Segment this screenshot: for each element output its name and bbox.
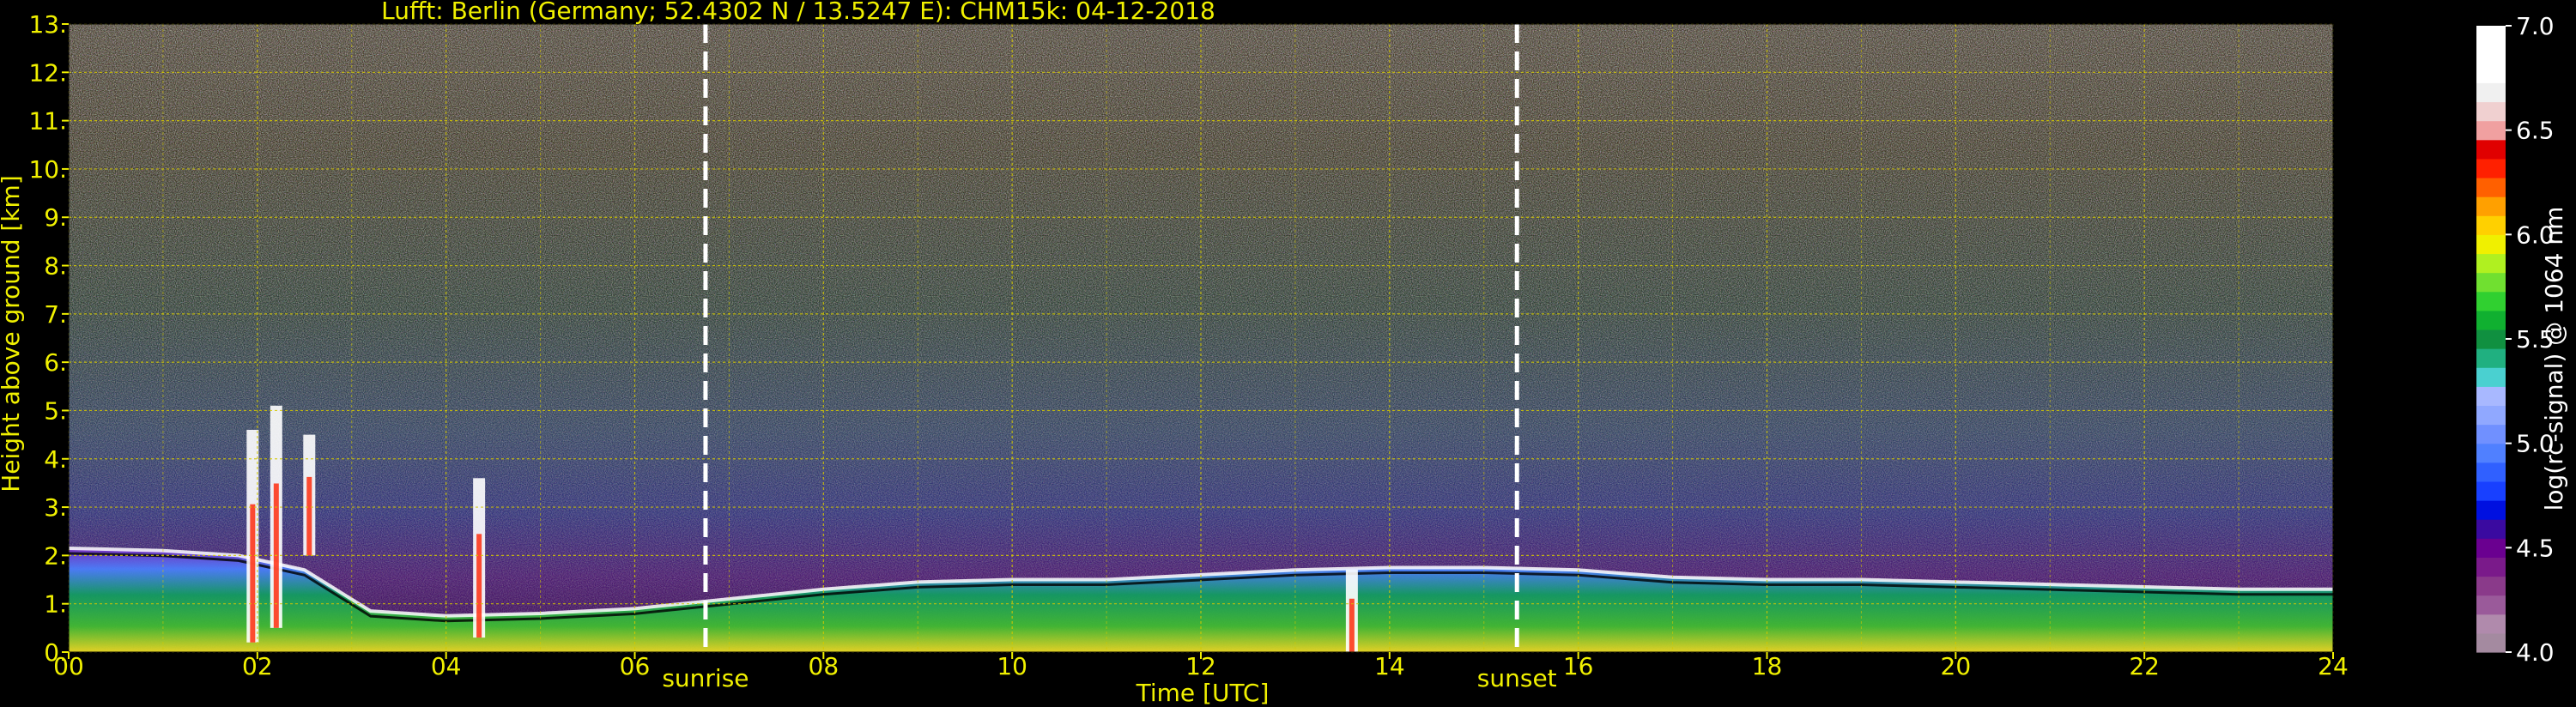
cloud-signal-core — [306, 476, 312, 556]
y-tick-label: 12. — [28, 58, 67, 87]
colorbar-tick-label: 4.0 — [2516, 638, 2555, 667]
colorbar-segment — [2476, 500, 2506, 520]
x-tick-label: 10 — [997, 652, 1027, 680]
x-tick-label: 22 — [2129, 652, 2160, 680]
y-tick-label: 0. — [44, 638, 67, 667]
x-tick-label: 06 — [620, 652, 651, 680]
y-tick-label: 10. — [28, 155, 67, 184]
y-tick-label: 3. — [44, 493, 67, 522]
colorbar-segment — [2476, 26, 2506, 45]
chart-title: Lufft: Berlin (Germany; 52.4302 N / 13.5… — [381, 0, 1215, 25]
cloud-signal-core — [476, 534, 482, 638]
colorbar-tick-label: 7.0 — [2516, 12, 2555, 40]
x-tick-label: 20 — [1941, 652, 1972, 680]
y-tick-label: 2. — [44, 541, 67, 570]
y-tick-label: 1. — [44, 590, 67, 619]
colorbar-segment — [2476, 45, 2506, 64]
x-axis-ticks: 00 02 04 06 08 10 12 14 16 18 20 22 24 — [53, 652, 2349, 680]
sunrise-label: sunrise — [662, 664, 749, 692]
colorbar-segment — [2476, 158, 2506, 178]
colorbar-segment — [2476, 310, 2506, 330]
colorbar-segment — [2476, 196, 2506, 216]
colorbar-segment — [2476, 424, 2506, 444]
colorbar-segment — [2476, 367, 2506, 387]
x-tick-label: 04 — [431, 652, 462, 680]
y-axis-ticks: 0. 1. 2. 3. 4. 5. 6. 7. 8. 9. 10. 11. 12. 13. — [28, 10, 69, 667]
sunset-label: sunset — [1477, 664, 1557, 692]
colorbar-segment — [2476, 82, 2506, 103]
colorbar-segment — [2476, 291, 2506, 311]
y-tick-label: 6. — [44, 348, 67, 377]
x-tick-label: 12 — [1185, 652, 1216, 680]
colorbar-segment — [2476, 253, 2506, 274]
cloud-signal-core — [250, 504, 256, 643]
x-tick-label: 14 — [1374, 652, 1405, 680]
colorbar-segment — [2476, 632, 2506, 653]
y-axis-label: Height above ground [km] — [0, 175, 25, 492]
y-tick-label: 13. — [28, 10, 67, 39]
colorbar-segment — [2476, 139, 2506, 160]
x-tick-label: 08 — [809, 652, 839, 680]
colorbar-segment — [2476, 576, 2506, 596]
colorbar-tick-label: 6.5 — [2516, 117, 2555, 145]
y-tick-label: 5. — [44, 396, 67, 425]
colorbar-segment — [2476, 443, 2506, 463]
colorbar — [2476, 26, 2506, 653]
colorbar-segment — [2476, 613, 2506, 634]
colorbar-segment — [2476, 215, 2506, 235]
colorbar-segment — [2476, 538, 2506, 558]
y-tick-label: 4. — [44, 445, 67, 474]
x-tick-label: 18 — [1752, 652, 1783, 680]
x-tick-label: 02 — [242, 652, 273, 680]
colorbar-segment — [2476, 234, 2506, 255]
colorbar-segment — [2476, 386, 2506, 407]
y-tick-label: 8. — [44, 252, 67, 281]
x-tick-label: 16 — [1563, 652, 1594, 680]
colorbar-segment — [2476, 462, 2506, 482]
y-tick-label: 9. — [44, 203, 67, 232]
y-tick-label: 7. — [44, 300, 67, 329]
colorbar-segment — [2476, 63, 2506, 83]
colorbar-segment — [2476, 557, 2506, 577]
colorbar-segment — [2476, 177, 2506, 197]
colorbar-segment — [2476, 519, 2506, 539]
cloud-signal-core — [1349, 598, 1355, 652]
colorbar-segment — [2476, 120, 2506, 141]
chart-svg: sunrise sunset 00 02 04 06 08 10 12 14 16 18 20 22 24… — [0, 0, 2568, 707]
colorbar-segment — [2476, 480, 2506, 501]
colorbar-segment — [2476, 595, 2506, 615]
colorbar-segment — [2476, 329, 2506, 349]
colorbar-tick-label: 4.5 — [2516, 534, 2555, 562]
colorbar-label: log(rc-signal) @ 1064 nm — [2540, 207, 2568, 511]
colorbar-segment — [2476, 272, 2506, 293]
colorbar-segment — [2476, 405, 2506, 426]
y-tick-label: 11. — [28, 107, 67, 136]
colorbar-segment — [2476, 348, 2506, 368]
colorbar-segment — [2476, 101, 2506, 122]
x-tick-label: 24 — [2318, 652, 2349, 680]
x-axis-label: Time [UTC] — [1136, 679, 1270, 707]
lidar-chart: sunrise sunset 00 02 04 06 08 10 12 14 16 18 20 22 24… — [0, 0, 2576, 707]
